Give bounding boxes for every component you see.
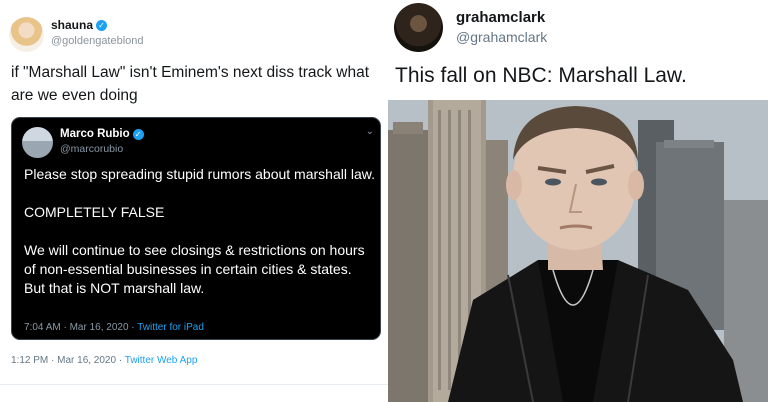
- quoted-paragraph: Please stop spreading stupid rumors abou…: [24, 166, 375, 182]
- avatar-marco-rubio[interactable]: [22, 127, 53, 158]
- tweet-photo[interactable]: [388, 100, 768, 402]
- divider: [0, 384, 388, 385]
- photo-illustration: [388, 100, 768, 402]
- quoted-author-row: Marco Rubio ✓: [60, 128, 144, 140]
- avatar-grahamclark[interactable]: [394, 3, 443, 52]
- avatar-shauna[interactable]: [9, 17, 44, 52]
- tweet-source-link[interactable]: Twitter Web App: [125, 355, 198, 366]
- quoted-author-name[interactable]: Marco Rubio: [60, 128, 130, 140]
- left-tweet: shauna ✓ @goldengateblond if "Marshall L…: [0, 0, 388, 402]
- quoted-paragraph: COMPLETELY FALSE: [24, 204, 165, 220]
- verified-badge-icon: ✓: [132, 128, 144, 140]
- author-handle[interactable]: @goldengateblond: [51, 35, 144, 47]
- quoted-tweet-meta: 7:04 AM · Mar 16, 2020 · Twitter for iPa…: [24, 322, 204, 333]
- tweet-text: if "Marshall Law" isn't Eminem's next di…: [11, 64, 370, 104]
- tweet-timestamp[interactable]: 1:12 PM · Mar 16, 2020 ·: [11, 355, 125, 366]
- author-name[interactable]: grahamclark: [456, 9, 545, 26]
- tweet-text: This fall on NBC: Marshall Law.: [395, 64, 687, 87]
- quoted-tweet-text: Please stop spreading stupid rumors abou…: [24, 165, 376, 298]
- quoted-author-handle[interactable]: @marcorubio: [60, 143, 123, 155]
- quoted-timestamp[interactable]: 7:04 AM · Mar 16, 2020 ·: [24, 322, 137, 333]
- right-tweet: grahamclark @grahamclark This fall on NB…: [388, 0, 768, 402]
- tweet-meta: 1:12 PM · Mar 16, 2020 · Twitter Web App: [11, 355, 197, 366]
- author-handle[interactable]: @grahamclark: [456, 29, 547, 45]
- quoted-source-link[interactable]: Twitter for iPad: [137, 322, 204, 333]
- chevron-down-icon[interactable]: ⌄: [366, 126, 374, 137]
- author-name[interactable]: shauna: [51, 18, 93, 32]
- verified-badge-icon: ✓: [96, 19, 108, 31]
- quoted-paragraph: We will continue to see closings & restr…: [24, 242, 365, 296]
- author-row: shauna ✓: [51, 18, 108, 32]
- quoted-tweet-card[interactable]: Marco Rubio ✓ @marcorubio ⌄ Please stop …: [11, 117, 381, 340]
